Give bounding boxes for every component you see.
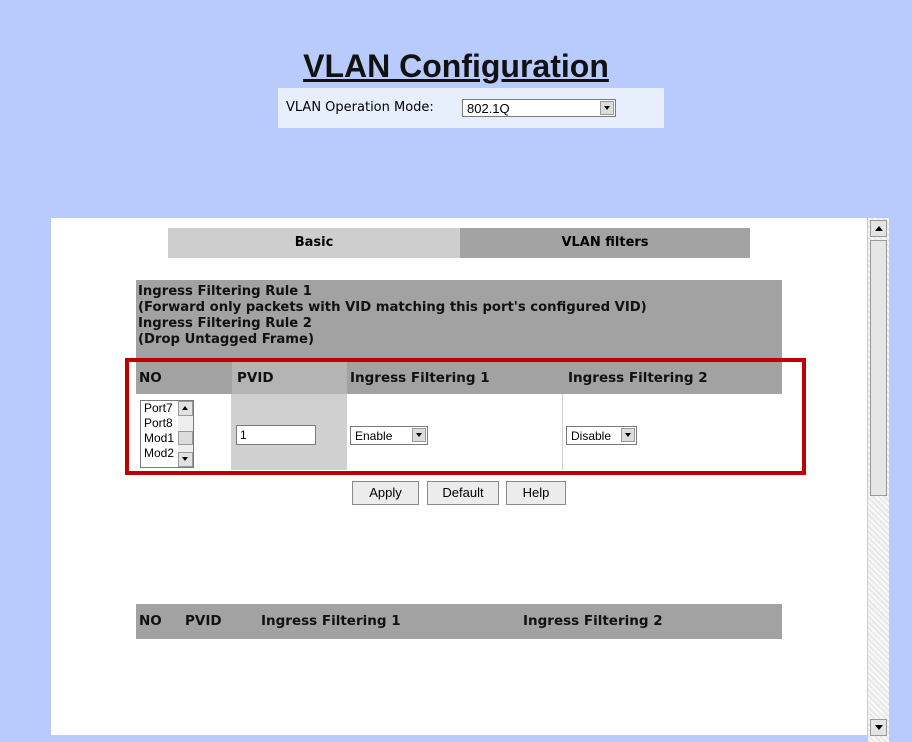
- vlan-mode-label: VLAN Operation Mode:: [286, 100, 434, 115]
- rule1-title: Ingress Filtering Rule 1: [138, 284, 312, 299]
- default-button[interactable]: Default: [427, 481, 499, 505]
- vlan-mode-select[interactable]: 802.1Q: [462, 99, 616, 117]
- header-no: NO: [139, 613, 162, 629]
- ingress-filtering-2-select[interactable]: Disable: [566, 426, 637, 445]
- help-button[interactable]: Help: [506, 481, 566, 505]
- cell-port: Port7 Port8 Mod1 Mod2: [136, 394, 232, 470]
- header-ingress-filtering-1: Ingress Filtering 1: [261, 613, 401, 629]
- tab-vlan-filters[interactable]: VLAN filters: [460, 228, 750, 258]
- rule1-desc: (Forward only packets with VID matching …: [138, 300, 647, 315]
- rule2-title: Ingress Filtering Rule 2: [138, 316, 312, 331]
- header-pvid: PVID: [185, 613, 222, 629]
- ingress-filtering-2-value: Disable: [571, 429, 612, 443]
- chevron-down-icon[interactable]: [412, 428, 426, 442]
- ingress-rules-info: Ingress Filtering Rule 1 (Forward only p…: [136, 280, 782, 358]
- listbox-scroll-thumb[interactable]: [178, 431, 193, 445]
- page-title: VLAN Configuration: [303, 48, 609, 84]
- header-ingress-filtering-1: Ingress Filtering 1: [350, 370, 490, 386]
- chevron-down-icon[interactable]: [600, 101, 614, 115]
- vlan-mode-panel: VLAN Operation Mode: 802.1Q: [278, 88, 664, 128]
- header-ingress-filtering-2: Ingress Filtering 2: [523, 613, 663, 629]
- cell-ingress-filtering-2: Disable: [563, 394, 782, 470]
- ingress-filtering-1-value: Enable: [355, 429, 393, 443]
- frame-scrollbar[interactable]: [867, 218, 889, 742]
- scrollbar-thumb[interactable]: [870, 240, 887, 496]
- scroll-up-icon[interactable]: [870, 220, 887, 237]
- tab-basic[interactable]: Basic: [168, 228, 460, 258]
- header-ingress-filtering-2: Ingress Filtering 2: [568, 370, 708, 386]
- filter-table-row: Port7 Port8 Mod1 Mod2 Enable Disable: [136, 394, 782, 470]
- port-listbox[interactable]: Port7 Port8 Mod1 Mod2: [140, 400, 194, 468]
- vlan-mode-value: 802.1Q: [467, 101, 510, 116]
- listbox-scrollbar[interactable]: [178, 401, 193, 467]
- filter-table-header: NO PVID Ingress Filtering 1 Ingress Filt…: [136, 362, 782, 394]
- scroll-down-icon[interactable]: [178, 452, 193, 467]
- ingress-filtering-1-select[interactable]: Enable: [350, 426, 428, 445]
- pvid-input[interactable]: [236, 425, 316, 445]
- header-pvid: PVID: [237, 370, 274, 386]
- header-no: NO: [139, 370, 162, 386]
- scroll-up-icon[interactable]: [178, 401, 193, 416]
- chevron-down-icon[interactable]: [621, 428, 635, 442]
- status-table-header: NO PVID Ingress Filtering 1 Ingress Filt…: [136, 604, 782, 639]
- cell-ingress-filtering-1: Enable: [347, 394, 563, 470]
- scroll-down-icon[interactable]: [870, 719, 887, 736]
- apply-button[interactable]: Apply: [352, 481, 419, 505]
- cell-pvid: [232, 394, 347, 470]
- rule2-desc: (Drop Untagged Frame): [138, 332, 315, 347]
